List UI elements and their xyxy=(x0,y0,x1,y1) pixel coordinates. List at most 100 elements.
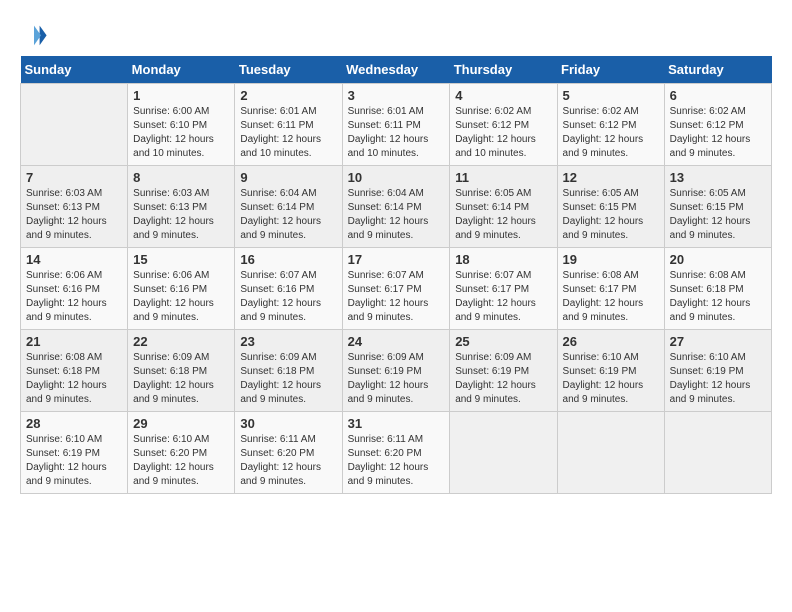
week-row-2: 7 Sunrise: 6:03 AMSunset: 6:13 PMDaylight… xyxy=(21,166,772,248)
calendar-cell: 2 Sunrise: 6:01 AMSunset: 6:11 PMDaylight… xyxy=(235,84,342,166)
calendar-cell: 13 Sunrise: 6:05 AMSunset: 6:15 PMDayligh… xyxy=(664,166,771,248)
day-number: 28 xyxy=(26,416,122,431)
calendar-cell: 22 Sunrise: 6:09 AMSunset: 6:18 PMDayligh… xyxy=(128,330,235,412)
weekday-header-sunday: Sunday xyxy=(21,56,128,84)
day-info: Sunrise: 6:05 AMSunset: 6:15 PMDaylight:… xyxy=(670,187,766,243)
day-info: Sunrise: 6:09 AMSunset: 6:19 PMDaylight:… xyxy=(348,351,445,407)
day-info: Sunrise: 6:00 AMSunset: 6:10 PMDaylight:… xyxy=(133,105,229,161)
calendar-cell: 5Sunrise: 6:02 AMSunset: 6:12 PMDaylight… xyxy=(557,84,664,166)
week-row-5: 28 Sunrise: 6:10 AMSunset: 6:19 PMDayligh… xyxy=(21,412,772,494)
day-number: 9 xyxy=(240,170,336,185)
day-info: Sunrise: 6:04 AMSunset: 6:14 PMDaylight:… xyxy=(240,187,336,243)
day-info: Sunrise: 6:11 AMSunset: 6:20 PMDaylight:… xyxy=(240,433,336,489)
day-info: Sunrise: 6:01 AMSunset: 6:11 PMDaylight:… xyxy=(240,105,336,161)
day-number: 7 xyxy=(26,170,122,185)
day-number: 30 xyxy=(240,416,336,431)
weekday-header-monday: Monday xyxy=(128,56,235,84)
calendar-table: SundayMondayTuesdayWednesdayThursdayFrid… xyxy=(20,56,772,494)
day-info: Sunrise: 6:01 AMSunset: 6:11 PMDaylight:… xyxy=(348,105,445,161)
day-info: Sunrise: 6:11 AMSunset: 6:20 PMDaylight:… xyxy=(348,433,445,489)
day-info: Sunrise: 6:03 AMSunset: 6:13 PMDaylight:… xyxy=(133,187,229,243)
day-info: Sunrise: 6:06 AMSunset: 6:16 PMDaylight:… xyxy=(26,269,122,325)
day-info: Sunrise: 6:08 AMSunset: 6:18 PMDaylight:… xyxy=(670,269,766,325)
day-number: 31 xyxy=(348,416,445,431)
day-info: Sunrise: 6:05 AMSunset: 6:15 PMDaylight:… xyxy=(563,187,659,243)
calendar-cell: 9 Sunrise: 6:04 AMSunset: 6:14 PMDaylight… xyxy=(235,166,342,248)
day-info: Sunrise: 6:07 AMSunset: 6:16 PMDaylight:… xyxy=(240,269,336,325)
day-number: 29 xyxy=(133,416,229,431)
weekday-header-tuesday: Tuesday xyxy=(235,56,342,84)
calendar-cell: 12 Sunrise: 6:05 AMSunset: 6:15 PMDayligh… xyxy=(557,166,664,248)
day-info: Sunrise: 6:02 AMSunset: 6:12 PMDaylight:… xyxy=(563,105,659,161)
day-number: 15 xyxy=(133,252,229,267)
calendar-cell: 6 Sunrise: 6:02 AMSunset: 6:12 PMDaylight… xyxy=(664,84,771,166)
day-info: Sunrise: 6:03 AMSunset: 6:13 PMDaylight:… xyxy=(26,187,122,243)
day-info: Sunrise: 6:04 AMSunset: 6:14 PMDaylight:… xyxy=(348,187,445,243)
day-number: 18 xyxy=(455,252,551,267)
day-number: 17 xyxy=(348,252,445,267)
logo-icon xyxy=(20,20,48,48)
weekday-header-row: SundayMondayTuesdayWednesdayThursdayFrid… xyxy=(21,56,772,84)
calendar-cell: 14Sunrise: 6:06 AMSunset: 6:16 PMDayligh… xyxy=(21,248,128,330)
day-info: Sunrise: 6:07 AMSunset: 6:17 PMDaylight:… xyxy=(348,269,445,325)
calendar-cell: 7 Sunrise: 6:03 AMSunset: 6:13 PMDaylight… xyxy=(21,166,128,248)
day-number: 25 xyxy=(455,334,551,349)
day-info: Sunrise: 6:09 AMSunset: 6:18 PMDaylight:… xyxy=(133,351,229,407)
calendar-cell: 3 Sunrise: 6:01 AMSunset: 6:11 PMDaylight… xyxy=(342,84,450,166)
day-info: Sunrise: 6:09 AMSunset: 6:18 PMDaylight:… xyxy=(240,351,336,407)
day-number: 6 xyxy=(670,88,766,103)
calendar-cell: 28 Sunrise: 6:10 AMSunset: 6:19 PMDayligh… xyxy=(21,412,128,494)
day-number: 22 xyxy=(133,334,229,349)
calendar-cell xyxy=(21,84,128,166)
calendar-cell: 10 Sunrise: 6:04 AMSunset: 6:14 PMDayligh… xyxy=(342,166,450,248)
weekday-header-friday: Friday xyxy=(557,56,664,84)
page-header xyxy=(20,20,772,48)
day-info: Sunrise: 6:02 AMSunset: 6:12 PMDaylight:… xyxy=(670,105,766,161)
day-info: Sunrise: 6:05 AMSunset: 6:14 PMDaylight:… xyxy=(455,187,551,243)
day-number: 19 xyxy=(563,252,659,267)
day-info: Sunrise: 6:10 AMSunset: 6:19 PMDaylight:… xyxy=(26,433,122,489)
calendar-cell: 20 Sunrise: 6:08 AMSunset: 6:18 PMDayligh… xyxy=(664,248,771,330)
day-number: 20 xyxy=(670,252,766,267)
day-number: 13 xyxy=(670,170,766,185)
calendar-cell: 1 Sunrise: 6:00 AMSunset: 6:10 PMDaylight… xyxy=(128,84,235,166)
day-number: 3 xyxy=(348,88,445,103)
calendar-cell: 19 Sunrise: 6:08 AMSunset: 6:17 PMDayligh… xyxy=(557,248,664,330)
weekday-header-wednesday: Wednesday xyxy=(342,56,450,84)
day-number: 27 xyxy=(670,334,766,349)
day-number: 12 xyxy=(563,170,659,185)
day-number: 16 xyxy=(240,252,336,267)
day-info: Sunrise: 6:10 AMSunset: 6:19 PMDaylight:… xyxy=(563,351,659,407)
calendar-cell: 18 Sunrise: 6:07 AMSunset: 6:17 PMDayligh… xyxy=(450,248,557,330)
day-number: 2 xyxy=(240,88,336,103)
calendar-cell: 23 Sunrise: 6:09 AMSunset: 6:18 PMDayligh… xyxy=(235,330,342,412)
calendar-cell xyxy=(664,412,771,494)
weekday-header-thursday: Thursday xyxy=(450,56,557,84)
day-info: Sunrise: 6:09 AMSunset: 6:19 PMDaylight:… xyxy=(455,351,551,407)
day-number: 24 xyxy=(348,334,445,349)
week-row-4: 21Sunrise: 6:08 AMSunset: 6:18 PMDayligh… xyxy=(21,330,772,412)
calendar-cell: 26Sunrise: 6:10 AMSunset: 6:19 PMDayligh… xyxy=(557,330,664,412)
day-info: Sunrise: 6:07 AMSunset: 6:17 PMDaylight:… xyxy=(455,269,551,325)
day-info: Sunrise: 6:10 AMSunset: 6:20 PMDaylight:… xyxy=(133,433,229,489)
day-info: Sunrise: 6:06 AMSunset: 6:16 PMDaylight:… xyxy=(133,269,229,325)
calendar-cell: 31 Sunrise: 6:11 AMSunset: 6:20 PMDayligh… xyxy=(342,412,450,494)
calendar-cell xyxy=(557,412,664,494)
day-number: 23 xyxy=(240,334,336,349)
logo xyxy=(20,20,52,48)
calendar-cell: 16 Sunrise: 6:07 AMSunset: 6:16 PMDayligh… xyxy=(235,248,342,330)
weekday-header-saturday: Saturday xyxy=(664,56,771,84)
week-row-3: 14Sunrise: 6:06 AMSunset: 6:16 PMDayligh… xyxy=(21,248,772,330)
calendar-cell: 11Sunrise: 6:05 AMSunset: 6:14 PMDayligh… xyxy=(450,166,557,248)
calendar-cell: 27Sunrise: 6:10 AMSunset: 6:19 PMDayligh… xyxy=(664,330,771,412)
day-number: 8 xyxy=(133,170,229,185)
day-number: 1 xyxy=(133,88,229,103)
calendar-cell: 29 Sunrise: 6:10 AMSunset: 6:20 PMDayligh… xyxy=(128,412,235,494)
calendar-cell: 30 Sunrise: 6:11 AMSunset: 6:20 PMDayligh… xyxy=(235,412,342,494)
calendar-cell: 25 Sunrise: 6:09 AMSunset: 6:19 PMDayligh… xyxy=(450,330,557,412)
day-number: 10 xyxy=(348,170,445,185)
day-info: Sunrise: 6:08 AMSunset: 6:17 PMDaylight:… xyxy=(563,269,659,325)
day-number: 21 xyxy=(26,334,122,349)
calendar-cell: 17 Sunrise: 6:07 AMSunset: 6:17 PMDayligh… xyxy=(342,248,450,330)
day-info: Sunrise: 6:02 AMSunset: 6:12 PMDaylight:… xyxy=(455,105,551,161)
